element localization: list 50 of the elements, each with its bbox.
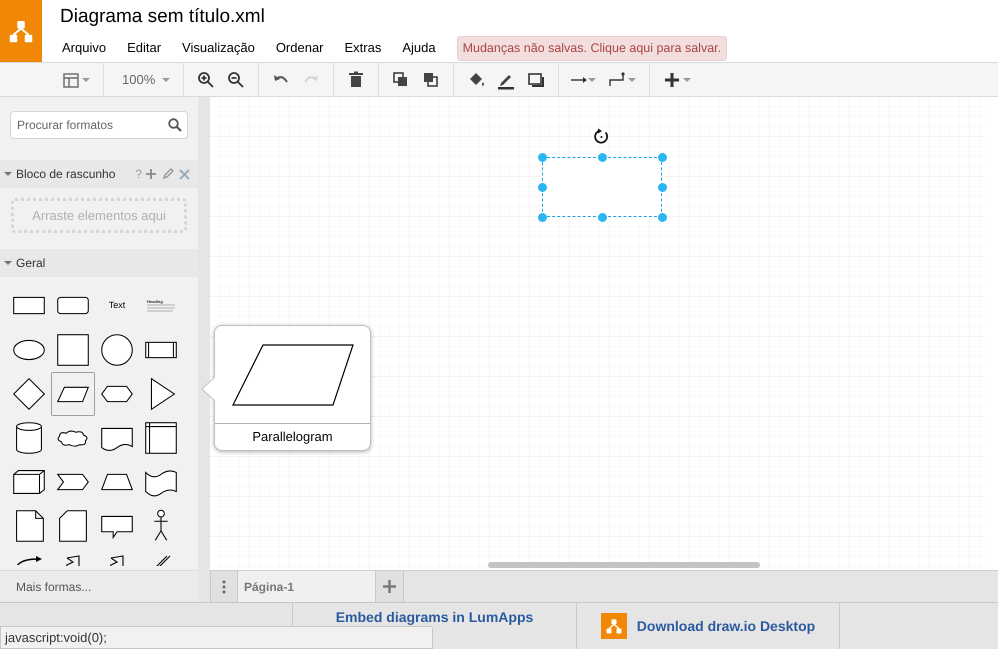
zoom-out-icon (226, 70, 246, 90)
unsaved-changes-notice[interactable]: Mudanças não salvas. Clique aqui para salvar. (456, 36, 728, 61)
menu-item[interactable]: Arquivo (60, 39, 108, 58)
parallelogram-shape-icon (230, 342, 354, 406)
menu-item[interactable]: Ajuda (400, 39, 438, 58)
menu-item[interactable]: Extras (342, 39, 384, 58)
page-tab[interactable]: Página-1 (238, 571, 375, 602)
section-header[interactable]: Geral (0, 249, 198, 277)
menu-item[interactable]: Editar (125, 39, 164, 58)
curved-arrow-icon (15, 555, 43, 565)
plus-icon[interactable] (145, 168, 157, 180)
section-header[interactable]: Bloco de rascunho ? (0, 160, 198, 188)
caret-icon (682, 76, 692, 82)
flexible-arrow-icon (66, 555, 80, 567)
rectangle-shape[interactable] (542, 157, 662, 217)
pencil-icon[interactable] (162, 168, 174, 180)
caret-icon (161, 76, 172, 82)
sample-text: Text (108, 299, 126, 312)
plus-icon (383, 580, 396, 593)
page-menu-button[interactable] (210, 571, 238, 602)
status-text: javascript:void(0); (5, 629, 107, 647)
zoom-dropdown[interactable]: 100% (111, 66, 176, 94)
caret-icon (587, 76, 598, 82)
caret-icon (627, 76, 638, 82)
shape-tile[interactable]: Text (95, 284, 139, 328)
shape-tile[interactable] (51, 372, 95, 416)
menu-item[interactable]: Ordenar (274, 39, 326, 58)
expanded-triangle-icon (4, 170, 12, 178)
section-title: Geral (16, 255, 46, 272)
rotate-icon[interactable] (593, 128, 610, 145)
scrollbar-thumb[interactable] (488, 562, 760, 568)
drop-area: Arraste elementos aqui (11, 198, 187, 233)
vertical-dots-icon (222, 580, 226, 594)
menu-item[interactable]: Visualização (180, 39, 257, 58)
caret-icon (81, 76, 91, 82)
footer-link[interactable]: Download draw.io Desktop (636, 616, 816, 636)
search-field[interactable]: Procurar formatos (10, 111, 188, 139)
search-icon[interactable] (167, 117, 183, 133)
zoom-in-icon (196, 70, 216, 90)
arrow-icon (571, 76, 588, 82)
add-page-button[interactable] (375, 571, 404, 602)
text-lines-icon (147, 304, 175, 313)
expanded-triangle-icon (4, 259, 12, 267)
footer-link[interactable]: Embed diagrams in LumApps (336, 609, 534, 625)
tooltip-label: Parallelogram (251, 428, 334, 446)
app-logo[interactable] (600, 613, 627, 639)
flexible-arrow-icon (110, 555, 124, 567)
app-logo[interactable] (0, 0, 42, 62)
section-title: Bloco de rascunho (16, 166, 116, 183)
document-title[interactable]: Diagrama sem título.xml (60, 5, 728, 29)
